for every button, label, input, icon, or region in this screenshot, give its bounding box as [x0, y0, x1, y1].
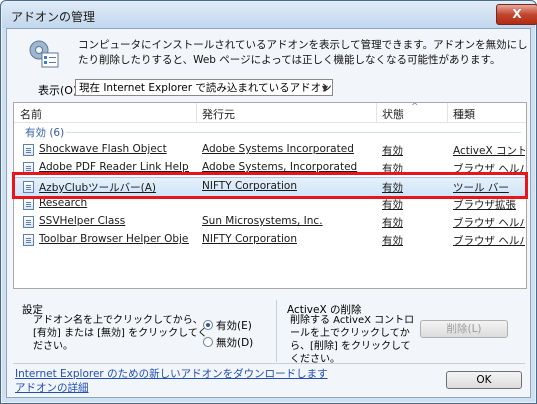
addon-name: Shockwave Flash Object: [39, 143, 167, 155]
addon-status: 有効: [382, 217, 403, 229]
addon-type: ブラウザ ヘルパー: [453, 235, 525, 247]
addon-publisher: Adobe Systems Incorporated: [202, 143, 354, 155]
addon-icon: [23, 198, 34, 210]
column-header-name[interactable]: 名前: [20, 106, 42, 122]
footer-divider: [13, 363, 525, 364]
ok-button[interactable]: OK: [446, 371, 522, 389]
addon-type: ブラウザ ヘルパー: [453, 217, 525, 229]
addon-name: Toolbar Browser Helper Objects: [39, 233, 189, 245]
chevron-down-icon: ▼: [321, 84, 328, 93]
disable-radio[interactable]: [203, 337, 213, 347]
addon-status: 有効: [382, 235, 403, 247]
table-row[interactable]: SSVHelper Class Sun Microsystems, Inc. 有…: [14, 213, 526, 231]
column-header-status[interactable]: 状態: [382, 106, 404, 122]
section-divider: [276, 300, 277, 362]
addon-icon: [23, 234, 34, 246]
highlight-box: [12, 172, 528, 199]
group-header-enabled: 有効 (6): [25, 127, 65, 139]
addon-icon: [23, 144, 34, 156]
delete-button[interactable]: 削除(L): [420, 320, 508, 338]
enable-radio-label[interactable]: 有効(E): [216, 318, 252, 333]
download-addons-link[interactable]: Internet Explorer のための新しいアドオンをダウンロードします: [15, 366, 328, 381]
show-dropdown-value: 現在 Internet Explorer で読み込まれているアドオン: [79, 82, 332, 94]
addon-publisher: NIFTY Corporation: [202, 233, 297, 245]
addon-type: ActiveX コントロール: [453, 145, 525, 157]
addon-status: 有効: [382, 199, 403, 211]
addon-publisher: Sun Microsystems, Inc.: [202, 215, 323, 227]
addon-icon: [23, 216, 34, 228]
window-title: アドオンの管理: [11, 10, 96, 24]
sort-ascending-icon: ^: [411, 102, 419, 112]
close-button[interactable]: X: [496, 4, 537, 25]
addon-gear-icon: [26, 38, 62, 70]
column-divider[interactable]: [376, 103, 377, 122]
settings-text: アドオン名を上でクリックしてから、[有効] または [無効] をクリックしてくだ…: [33, 315, 208, 352]
column-divider[interactable]: [196, 103, 197, 122]
table-row[interactable]: Shockwave Flash Object Adobe Systems Inc…: [14, 141, 526, 159]
show-dropdown[interactable]: 現在 Internet Explorer で読み込まれているアドオン ▼: [75, 79, 333, 96]
addon-status: 有効: [382, 145, 403, 157]
column-header-type[interactable]: 種類: [453, 106, 475, 122]
enable-radio[interactable]: [203, 320, 213, 330]
addon-type: ブラウザ拡張: [453, 199, 516, 211]
column-header-publisher[interactable]: 発行元: [202, 106, 235, 122]
addon-name: SSVHelper Class: [39, 215, 126, 227]
disable-radio-label[interactable]: 無効(D): [216, 335, 253, 350]
column-divider[interactable]: [447, 103, 448, 122]
table-row[interactable]: Toolbar Browser Helper Objects NIFTY Cor…: [14, 231, 526, 249]
activex-text: 削除する ActiveX コントロールを上でクリックしてから、[削除] をクリッ…: [290, 315, 415, 365]
addon-details-link[interactable]: アドオンの詳細: [15, 380, 89, 395]
title-bar[interactable]: アドオンの管理 X: [2, 2, 537, 28]
list-header: 名前 発行元 状態 ^ 種類: [14, 103, 526, 123]
group-divider: [66, 132, 521, 133]
description-text: コンピュータにインストールされているアドオンを表示して管理できます。アドオンを無…: [78, 39, 528, 66]
